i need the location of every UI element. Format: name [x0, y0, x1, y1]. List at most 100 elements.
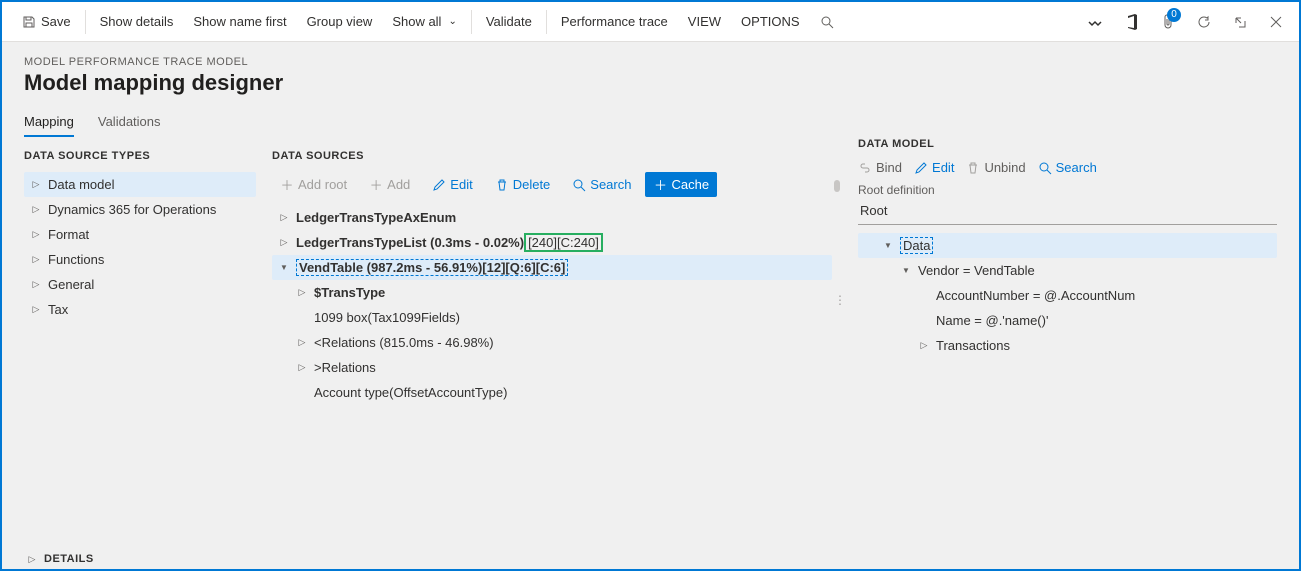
view-button[interactable]: VIEW: [678, 2, 731, 42]
model-name[interactable]: Name = @.'name()': [858, 308, 1277, 333]
expand-arrow-icon[interactable]: [296, 337, 308, 348]
badge-count: 0: [1167, 8, 1181, 22]
data-model-panel: DATA MODEL Bind Edit: [840, 138, 1277, 551]
columns: DATA SOURCE TYPES Data model Dynamics 36…: [24, 138, 1277, 551]
expand-arrow-icon: [26, 554, 38, 565]
search-button[interactable]: Search: [1038, 160, 1097, 175]
data-model-toolbar: Bind Edit Unbind: [858, 160, 1277, 175]
ds-ledger-ax-enum[interactable]: LedgerTransTypeAxEnum: [272, 205, 832, 230]
expand-arrow-icon[interactable]: [30, 179, 42, 190]
trash-icon: [966, 161, 980, 175]
search-button[interactable]: Search: [564, 172, 639, 197]
attachments-button[interactable]: 0: [1155, 8, 1181, 36]
collapse-arrow-icon[interactable]: [900, 266, 912, 275]
pencil-icon: [432, 178, 446, 192]
section-head: DATA SOURCES: [272, 150, 832, 162]
pencil-icon: [914, 161, 928, 175]
expand-arrow-icon[interactable]: [296, 287, 308, 298]
expand-arrow-icon[interactable]: [296, 362, 308, 373]
model-account-number[interactable]: AccountNumber = @.AccountNum: [858, 283, 1277, 308]
ds-account-type[interactable]: Account type(OffsetAccountType): [272, 380, 832, 405]
data-sources-toolbar: ＋ Add root ＋ Add Edit Dele: [272, 172, 832, 197]
chevron-down-icon: ⌄: [448, 2, 456, 42]
edit-button[interactable]: Edit: [914, 160, 954, 175]
expand-arrow-icon[interactable]: [30, 254, 42, 265]
plus-icon: ＋: [653, 178, 667, 192]
expand-arrow-icon[interactable]: [30, 279, 42, 290]
type-general[interactable]: General: [24, 272, 256, 297]
tab-validations[interactable]: Validations: [98, 108, 161, 137]
expand-arrow-icon[interactable]: [918, 340, 930, 351]
data-sources-panel: DATA SOURCES ＋ Add root ＋ Add Edit: [264, 138, 840, 551]
top-search-button[interactable]: [810, 2, 844, 42]
collapse-arrow-icon[interactable]: [278, 263, 290, 272]
top-bar-right: 0: [1081, 8, 1289, 36]
ds-trans-type[interactable]: $TransType: [272, 280, 832, 305]
ds-1099-box[interactable]: 1099 box(Tax1099Fields): [272, 305, 832, 330]
section-head: DATA SOURCE TYPES: [24, 150, 256, 162]
divider: [546, 10, 547, 34]
ds-relations-in[interactable]: <Relations (815.0ms - 46.98%): [272, 330, 832, 355]
scrollbar-thumb[interactable]: [834, 180, 840, 192]
save-button[interactable]: Save: [12, 2, 81, 42]
edit-button[interactable]: Edit: [424, 172, 480, 197]
plus-icon: ＋: [280, 178, 294, 192]
top-bar-left: Save Show details Show name first Group …: [12, 2, 844, 42]
splitter-handle[interactable]: ⋮: [834, 298, 846, 302]
validate-button[interactable]: Validate: [476, 2, 542, 42]
tab-mapping[interactable]: Mapping: [24, 108, 74, 137]
root-definition-value[interactable]: Root: [858, 199, 1277, 225]
delete-button[interactable]: Delete: [487, 172, 559, 197]
model-data-node[interactable]: Data: [858, 233, 1277, 258]
data-source-types-panel: DATA SOURCE TYPES Data model Dynamics 36…: [24, 138, 264, 551]
section-head: DATA MODEL: [858, 138, 1277, 150]
ds-vend-table[interactable]: VendTable (987.2ms - 56.91%)[12][Q:6][C:…: [272, 255, 832, 280]
save-label: Save: [41, 2, 71, 42]
cache-button[interactable]: ＋ Cache: [645, 172, 717, 197]
ds-relations-out[interactable]: >Relations: [272, 355, 832, 380]
model-vendor-node[interactable]: Vendor = VendTable: [858, 258, 1277, 283]
popout-button[interactable]: [1227, 9, 1253, 35]
show-details-button[interactable]: Show details: [90, 2, 184, 42]
plus-icon: ＋: [369, 178, 383, 192]
top-command-bar: Save Show details Show name first Group …: [2, 2, 1299, 42]
collapse-arrow-icon[interactable]: [882, 241, 894, 250]
link-icon: [858, 161, 872, 175]
selection-focus: Data: [900, 237, 933, 254]
ds-ledger-trans-list[interactable]: LedgerTransTypeList (0.3ms - 0.02%)[240]…: [272, 230, 832, 255]
add-root-button: ＋ Add root: [272, 172, 355, 197]
expand-arrow-icon[interactable]: [278, 212, 290, 223]
expand-arrow-icon[interactable]: [30, 304, 42, 315]
bind-button[interactable]: Bind: [858, 160, 902, 175]
type-d365fo[interactable]: Dynamics 365 for Operations: [24, 197, 256, 222]
save-icon: [22, 15, 36, 29]
connectivity-icon[interactable]: [1081, 9, 1109, 35]
expand-arrow-icon[interactable]: [278, 237, 290, 248]
divider: [85, 10, 86, 34]
content-area: MODEL PERFORMANCE TRACE MODEL Model mapp…: [2, 42, 1299, 569]
group-view-button[interactable]: Group view: [297, 2, 383, 42]
office-icon[interactable]: [1119, 8, 1145, 36]
options-button[interactable]: OPTIONS: [731, 2, 810, 42]
show-name-first-button[interactable]: Show name first: [183, 2, 296, 42]
trash-icon: [495, 178, 509, 192]
type-format[interactable]: Format: [24, 222, 256, 247]
search-icon: [1038, 161, 1052, 175]
model-transactions[interactable]: Transactions: [858, 333, 1277, 358]
unbind-button[interactable]: Unbind: [966, 160, 1025, 175]
highlight-stats: [240][C:240]: [524, 233, 603, 252]
type-functions[interactable]: Functions: [24, 247, 256, 272]
expand-arrow-icon[interactable]: [30, 229, 42, 240]
type-data-model[interactable]: Data model: [24, 172, 256, 197]
show-all-button[interactable]: Show all ⌄: [382, 2, 467, 42]
refresh-button[interactable]: [1191, 9, 1217, 35]
performance-trace-button[interactable]: Performance trace: [551, 2, 678, 42]
type-tax[interactable]: Tax: [24, 297, 256, 322]
close-button[interactable]: [1263, 9, 1289, 35]
breadcrumb: MODEL PERFORMANCE TRACE MODEL: [24, 56, 1277, 68]
page-title: Model mapping designer: [24, 70, 1277, 96]
search-icon: [572, 178, 586, 192]
search-icon: [820, 15, 834, 29]
details-expander[interactable]: DETAILS: [26, 553, 94, 565]
expand-arrow-icon[interactable]: [30, 204, 42, 215]
